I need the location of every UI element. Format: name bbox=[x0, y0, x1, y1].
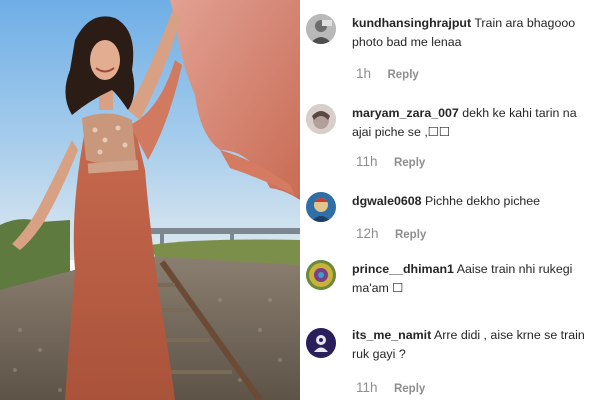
comment-body: kundhansinghrajput Train ara bhagooo pho… bbox=[352, 14, 594, 52]
user-avatar-icon bbox=[306, 14, 336, 44]
avatar[interactable] bbox=[306, 14, 336, 44]
comments-panel: kundhansinghrajput Train ara bhagooo pho… bbox=[300, 0, 600, 400]
comment-body: maryam_zara_007 dekh ke kahi tarin na aj… bbox=[352, 104, 594, 142]
comment-meta: 11h Reply bbox=[356, 380, 425, 395]
avatar[interactable] bbox=[306, 260, 336, 290]
blouse bbox=[82, 113, 136, 164]
comment-username[interactable]: prince__dhiman1 bbox=[352, 262, 454, 276]
avatar[interactable] bbox=[306, 192, 336, 222]
comment-time: 1h bbox=[356, 66, 372, 81]
comment-meta: 1h Reply bbox=[356, 66, 419, 81]
post-photo bbox=[0, 0, 300, 400]
comment-username[interactable]: maryam_zara_007 bbox=[352, 106, 459, 120]
comment-time: 12h bbox=[356, 226, 379, 241]
comment-username[interactable]: its_me_namit bbox=[352, 328, 431, 342]
screenshot-frame: kundhansinghrajput Train ara bhagooo pho… bbox=[0, 0, 600, 400]
reply-button[interactable]: Reply bbox=[387, 69, 418, 81]
reply-button[interactable]: Reply bbox=[394, 157, 425, 169]
user-avatar-icon bbox=[306, 260, 336, 290]
reply-button[interactable]: Reply bbox=[394, 383, 425, 395]
comment-text: Pichhe dekho pichee bbox=[425, 194, 541, 208]
comment-time: 11h bbox=[356, 380, 378, 395]
comment-meta: 12h Reply bbox=[356, 226, 426, 241]
face bbox=[90, 40, 120, 80]
comment-time: 11h bbox=[356, 154, 378, 169]
comment-body: prince__dhiman1 Aaise train nhi rukegi m… bbox=[352, 260, 594, 298]
bridge bbox=[140, 228, 300, 234]
reply-button[interactable]: Reply bbox=[395, 229, 426, 241]
comment-meta: 11h Reply bbox=[356, 154, 425, 169]
comment-username[interactable]: kundhansinghrajput bbox=[352, 16, 471, 30]
user-avatar-icon bbox=[306, 104, 336, 134]
user-avatar-icon bbox=[306, 192, 336, 222]
user-avatar-icon bbox=[306, 328, 336, 358]
photo-illustration bbox=[0, 0, 300, 400]
avatar[interactable] bbox=[306, 104, 336, 134]
comment-username[interactable]: dgwale0608 bbox=[352, 194, 422, 208]
comment-body: dgwale0608 Pichhe dekho pichee bbox=[352, 192, 594, 211]
comment-body: its_me_namit Arre didi , aise krne se tr… bbox=[352, 326, 594, 364]
avatar[interactable] bbox=[306, 328, 336, 358]
